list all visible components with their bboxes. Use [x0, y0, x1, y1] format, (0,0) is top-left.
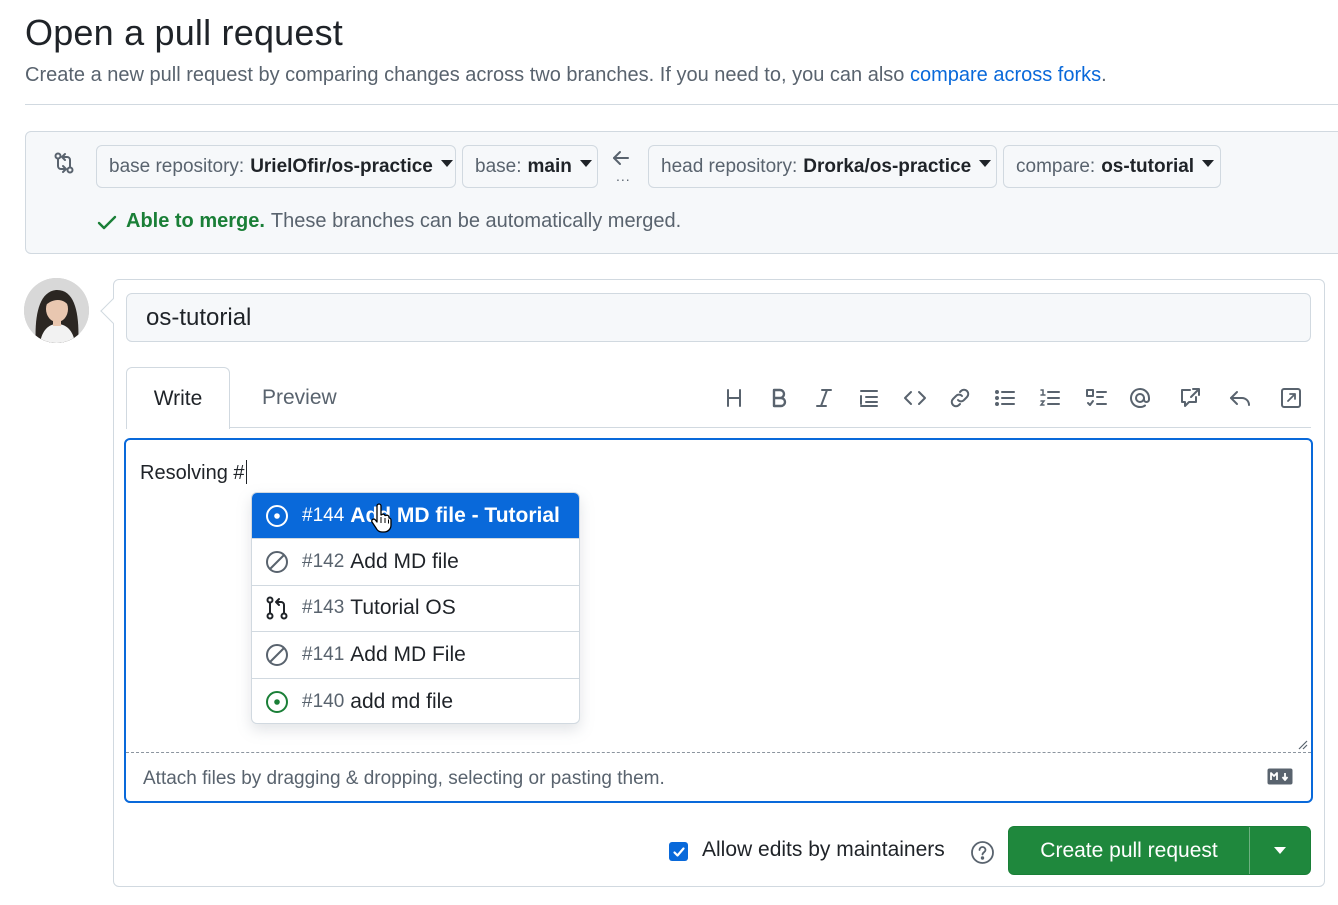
suggestion-item[interactable]: #141 Add MD File — [252, 632, 579, 679]
suggestion-number: #142 — [302, 551, 345, 573]
suggestion-title: Tutorial OS — [350, 596, 456, 620]
ordered-list-icon[interactable] — [1036, 384, 1064, 412]
compare-branch-label: compare: — [1016, 155, 1096, 177]
avatar-portrait-icon — [24, 278, 89, 343]
suggestion-number: #140 — [302, 690, 345, 712]
hand-pointer-cursor-icon — [371, 503, 392, 533]
cross-reference-icon[interactable] — [1176, 384, 1204, 412]
avatar[interactable] — [24, 278, 89, 343]
issue-closed-not-planned-icon — [266, 551, 288, 574]
code-icon[interactable] — [901, 384, 929, 412]
caret-down-icon — [1202, 160, 1215, 167]
base-branch-value: main — [527, 155, 572, 177]
link-icon[interactable] — [946, 384, 974, 412]
subtitle-text: Create a new pull request by comparing c… — [25, 64, 905, 86]
compare-branch-value: os-tutorial — [1101, 155, 1195, 177]
attach-files-hint[interactable]: Attach files by dragging & dropping, sel… — [143, 768, 665, 790]
suggestion-title: Add MD file — [350, 550, 459, 574]
question-icon[interactable] — [970, 840, 995, 865]
base-repository-select[interactable]: base repository: UrielOfir/os-practice — [96, 145, 456, 188]
subtitle-period: . — [1101, 64, 1107, 86]
merge-status: Able to merge. These branches can be aut… — [96, 210, 681, 233]
suggestion-item[interactable]: #142 Add MD file — [252, 539, 579, 586]
caret-down-icon — [1274, 847, 1286, 854]
suggestion-title: add md file — [350, 689, 454, 713]
caret-down-icon — [979, 160, 992, 167]
merge-status-message: These branches can be automatically merg… — [270, 210, 682, 232]
markdown-icon[interactable] — [1267, 768, 1293, 785]
suggestion-item[interactable]: #143 Tutorial OS — [252, 586, 579, 633]
issue-open-icon — [266, 504, 288, 527]
compare-branch-select[interactable]: compare: os-tutorial — [1003, 145, 1221, 188]
issue-closed-not-planned-icon — [266, 643, 288, 666]
compare-bar: base repository: UrielOfir/os-practice b… — [25, 131, 1338, 254]
base-branch-label: base: — [475, 155, 522, 177]
italic-icon[interactable] — [810, 384, 838, 412]
heading-icon[interactable] — [720, 384, 748, 412]
resize-handle-icon[interactable] — [1296, 738, 1308, 750]
text-cursor — [245, 460, 248, 484]
tabs-divider — [126, 427, 1311, 428]
pr-body-text: Resolving # — [140, 460, 248, 485]
suggestion-number: #144 — [302, 504, 345, 526]
create-pull-request-label: Create pull request — [1040, 838, 1218, 862]
fullscreen-icon[interactable] — [1277, 384, 1305, 412]
merge-status-ok: Able to merge. — [126, 210, 265, 232]
suggestion-item[interactable]: #140 add md file — [252, 679, 579, 723]
suggestion-number: #141 — [302, 643, 345, 665]
pull-request-icon — [266, 596, 288, 620]
quote-icon[interactable] — [855, 384, 883, 412]
suggestion-item[interactable]: #144 Add MD file - Tutorial — [252, 493, 579, 540]
page-title: Open a pull request — [25, 12, 344, 53]
header-divider — [25, 104, 1338, 105]
pr-body-content: Resolving # — [140, 462, 245, 484]
suggestion-number: #143 — [302, 597, 345, 619]
tab-preview[interactable]: Preview — [262, 386, 337, 410]
base-repository-label: base repository: — [109, 155, 245, 177]
attach-divider — [126, 752, 1311, 753]
issue-suggestions-dropdown: #144 Add MD file - Tutorial #142 Add MD … — [251, 492, 580, 724]
arrow-left-icon — [613, 151, 629, 165]
issue-open-icon — [266, 690, 288, 713]
head-repository-label: head repository: — [661, 155, 798, 177]
base-repository-value: UrielOfir/os-practice — [250, 155, 433, 177]
head-repository-select[interactable]: head repository: Drorka/os-practice — [648, 145, 997, 188]
create-options-dropdown[interactable] — [1250, 847, 1310, 854]
head-repository-value: Drorka/os-practice — [803, 155, 972, 177]
base-branch-select[interactable]: base: main — [462, 145, 598, 188]
page-subtitle: Create a new pull request by comparing c… — [25, 64, 1107, 87]
pr-title-input[interactable] — [126, 293, 1311, 342]
suggestion-title: Add MD File — [350, 642, 466, 666]
mention-icon[interactable] — [1126, 384, 1154, 412]
compare-across-forks-link[interactable]: compare across forks — [910, 64, 1101, 86]
caret-down-icon — [440, 160, 453, 167]
tab-write[interactable]: Write — [126, 367, 230, 429]
reply-icon[interactable] — [1226, 384, 1254, 412]
compare-ellipsis: ... — [616, 168, 631, 184]
checkmark-icon — [672, 846, 685, 857]
allow-edits-label[interactable]: Allow edits by maintainers — [702, 838, 945, 862]
unordered-list-icon[interactable] — [991, 384, 1019, 412]
bold-icon[interactable] — [765, 384, 793, 412]
git-compare-icon — [54, 152, 74, 174]
create-pull-request-button[interactable]: Create pull request — [1008, 826, 1311, 875]
caret-down-icon — [579, 160, 592, 167]
allow-edits-checkbox[interactable] — [669, 842, 688, 861]
check-icon — [97, 215, 117, 229]
task-list-icon[interactable] — [1083, 384, 1111, 412]
